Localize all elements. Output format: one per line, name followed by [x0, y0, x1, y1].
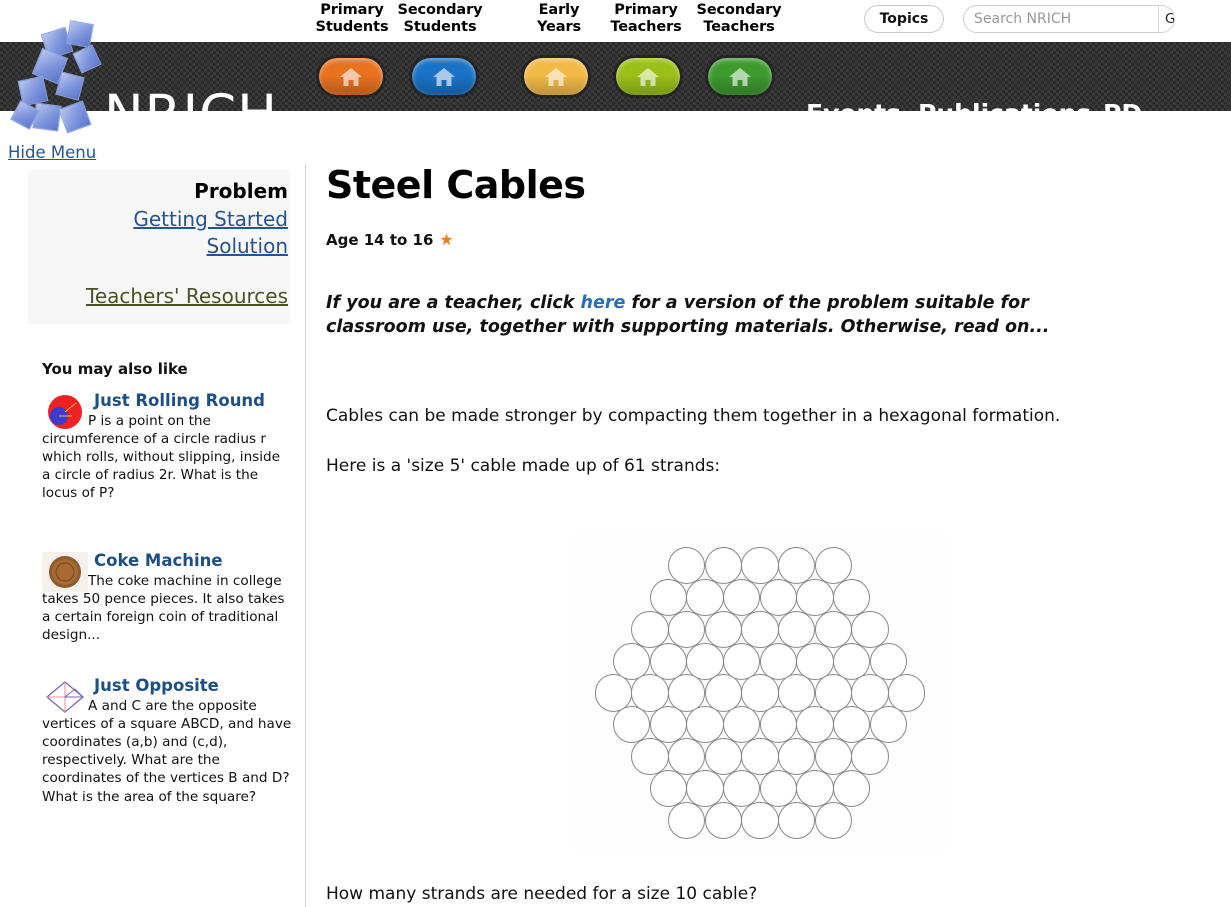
related-problem-title[interactable]: Just Rolling Round	[94, 391, 292, 410]
nav-home-button-secondary-students[interactable]	[412, 58, 476, 95]
cable-strand-circle	[759, 769, 797, 807]
main-navigation-bar: NRICH Events Publications PD	[0, 42, 1231, 154]
audience-labels: Primary Students Secondary Students Early Yea…	[310, 2, 810, 40]
teacher-note-before: If you are a teacher, click	[326, 292, 581, 313]
cable-strand-circle	[741, 801, 779, 839]
related-problem-title[interactable]: Coke Machine	[94, 551, 292, 570]
audience-label-line1: Early	[538, 2, 580, 18]
related-problem-title[interactable]: Just Opposite	[94, 676, 292, 695]
menu-item-solution[interactable]: Solution	[28, 233, 290, 261]
logo-square	[72, 44, 102, 74]
cable-strand-circle	[704, 610, 742, 648]
paragraph-question: How many strands are needed for a size 1…	[326, 884, 758, 904]
cable-strand-circle	[796, 769, 834, 807]
teacher-version-link[interactable]: here	[581, 293, 626, 313]
logo-square	[32, 102, 62, 132]
cable-strand-circle	[814, 610, 852, 648]
sidebar-divider	[305, 163, 306, 907]
search-go-button[interactable]: Go	[1159, 6, 1174, 32]
home-icon	[637, 67, 659, 86]
menu-item-teachers-resources[interactable]: Teachers' Resources	[28, 283, 290, 311]
main-content: Steel Cables Age 14 to 16 ★ If you are a…	[326, 163, 1206, 856]
related-problem-item: Just Opposite A and C are the opposite ve…	[42, 676, 292, 806]
age-rating: Age 14 to 16 ★	[326, 231, 1206, 249]
problem-section-menu: Problem Getting Started Solution Teachers' …	[28, 170, 290, 325]
cable-strand-circle	[833, 769, 871, 807]
audience-label-secondary-teachers: Secondary Teachers	[690, 2, 788, 35]
also-like-heading: You may also like	[42, 360, 188, 378]
rolling-circles-icon	[48, 395, 82, 429]
square-diagram-icon	[45, 681, 85, 713]
topics-button[interactable]: Topics	[864, 5, 944, 33]
related-problem-thumbnail[interactable]	[42, 392, 88, 432]
nav-link-publications[interactable]: Publications	[918, 99, 1091, 128]
cable-strand-circle	[668, 610, 706, 648]
cable-strand-circle	[851, 610, 889, 648]
cable-strand-circle	[704, 801, 742, 839]
related-problem-thumbnail[interactable]	[42, 552, 88, 592]
site-logo-text[interactable]: NRICH	[104, 84, 278, 145]
cable-strand-circle	[851, 737, 889, 776]
related-problem-thumbnail[interactable]	[42, 677, 88, 717]
nav-home-button-early-years[interactable]	[524, 58, 588, 95]
nav-home-button-secondary-teachers[interactable]	[708, 58, 772, 95]
home-icon	[433, 67, 455, 86]
cable-strand-circle	[814, 801, 852, 839]
active-section-pointer	[432, 138, 456, 154]
coin-icon	[42, 552, 88, 592]
audience-label-line1: Primary	[614, 2, 678, 18]
menu-item-getting-started[interactable]: Getting Started	[28, 206, 290, 234]
cable-strand-circle	[686, 578, 724, 617]
nav-link-events[interactable]: Events	[806, 99, 901, 128]
hide-menu-link[interactable]: Hide Menu	[8, 143, 96, 162]
logo-square	[55, 71, 85, 101]
cable-strand-circle	[631, 610, 669, 648]
logo-square	[66, 20, 94, 48]
audience-label-line2: Students	[315, 18, 389, 35]
audience-label-line2: Students	[403, 18, 477, 35]
related-problem-item: Just Rolling Round P is a point on the ci…	[42, 391, 292, 503]
search-box[interactable]: Go	[963, 5, 1175, 33]
cable-diagram	[575, 530, 945, 856]
audience-label-primary-students: Primary Students	[310, 2, 394, 35]
related-problem-item: Coke Machine The coke machine in college …	[42, 551, 292, 644]
search-input[interactable]	[964, 6, 1159, 32]
left-sidebar: Problem Getting Started Solution Teachers' …	[0, 170, 305, 907]
paragraph-size5: Here is a 'size 5' cable made up of 61 s…	[326, 455, 721, 476]
logo-square	[58, 100, 92, 134]
audience-label-line1: Secondary	[397, 2, 483, 18]
audience-label-early-years: Early Years	[520, 2, 598, 35]
age-label: Age 14 to 16	[326, 230, 434, 249]
audience-label-primary-teachers: Primary Teachers	[600, 2, 692, 35]
teacher-note: If you are a teacher, click here for a v…	[326, 291, 1116, 339]
page-title: Steel Cables	[326, 163, 586, 207]
cable-strand-circle	[649, 769, 687, 807]
home-icon	[729, 67, 751, 86]
audience-label-line2: Years	[536, 18, 582, 35]
cable-strand-circle	[741, 610, 779, 648]
cable-strand-circle	[723, 769, 761, 807]
cable-strand-circle	[668, 801, 706, 839]
audience-label-line2: Teachers	[610, 18, 682, 35]
nav-home-button-primary-students[interactable]	[319, 58, 383, 95]
cable-strand-circle	[778, 801, 816, 839]
home-icon	[340, 67, 362, 86]
cable-strand-circle	[686, 769, 724, 807]
audience-label-line1: Secondary	[696, 2, 782, 18]
cable-strand-circle	[796, 578, 834, 617]
nav-link-pd[interactable]: PD	[1103, 99, 1142, 128]
audience-label-secondary-students: Secondary Students	[392, 2, 488, 35]
audience-label-line1: Primary	[320, 2, 384, 18]
paragraph-intro: Cables can be made stronger by compactin…	[326, 405, 1061, 426]
home-icon	[545, 67, 567, 86]
top-utility-bar: Primary Students Secondary Students Early Yea…	[0, 0, 1231, 42]
nav-home-button-primary-teachers[interactable]	[616, 58, 680, 95]
audience-label-line2: Teachers	[703, 18, 775, 35]
cable-strand-circle	[778, 610, 816, 648]
difficulty-star-icon: ★	[439, 229, 454, 249]
nrich-logo-mark	[0, 0, 120, 140]
menu-item-problem: Problem	[194, 179, 288, 203]
